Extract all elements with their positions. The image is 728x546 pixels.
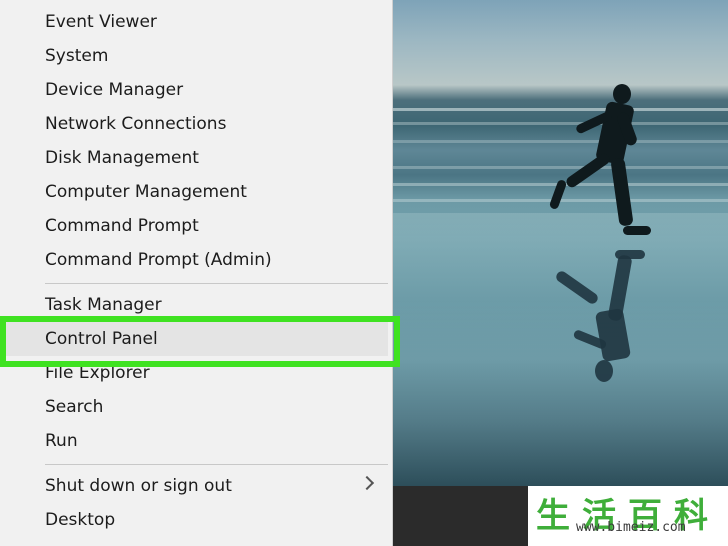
menu-separator <box>45 283 388 284</box>
menu-item-label: Event Viewer <box>45 12 157 32</box>
menu-item-network-connections[interactable]: Network Connections <box>0 107 392 141</box>
menu-item-command-prompt-admin[interactable]: Command Prompt (Admin) <box>0 243 392 277</box>
menu-item-label: System <box>45 46 109 66</box>
menu-item-label: Shut down or sign out <box>45 476 232 496</box>
power-user-menu: Event Viewer System Device Manager Netwo… <box>0 0 393 546</box>
menu-item-label: Network Connections <box>45 114 227 134</box>
menu-item-search[interactable]: Search <box>0 390 392 424</box>
menu-item-label: Command Prompt <box>45 216 199 236</box>
menu-separator <box>45 464 388 465</box>
desktop-wallpaper <box>393 0 728 486</box>
wet-sand <box>393 213 728 486</box>
menu-item-run[interactable]: Run <box>0 424 392 458</box>
menu-item-disk-management[interactable]: Disk Management <box>0 141 392 175</box>
wave-line <box>393 108 728 111</box>
menu-item-label: Run <box>45 431 78 451</box>
menu-item-system[interactable]: System <box>0 39 392 73</box>
menu-item-label: Computer Management <box>45 182 247 202</box>
chevron-right-icon <box>359 475 375 491</box>
menu-item-label: Device Manager <box>45 80 184 100</box>
wave-line <box>393 122 728 125</box>
menu-item-label: Desktop <box>45 510 116 530</box>
watermark-logo: 生活百科 www.bimeiz.com <box>528 486 728 546</box>
highlight-annotation <box>0 316 400 367</box>
watermark-url: www.bimeiz.com <box>576 520 686 535</box>
menu-item-desktop[interactable]: Desktop <box>0 503 392 537</box>
menu-item-command-prompt[interactable]: Command Prompt <box>0 209 392 243</box>
menu-item-label: Disk Management <box>45 148 199 168</box>
menu-item-label: Command Prompt (Admin) <box>45 250 272 270</box>
menu-item-computer-management[interactable]: Computer Management <box>0 175 392 209</box>
menu-item-device-manager[interactable]: Device Manager <box>0 73 392 107</box>
menu-item-shut-down-or-sign-out[interactable]: Shut down or sign out <box>0 469 392 503</box>
menu-item-label: Search <box>45 397 104 417</box>
wave-line <box>393 140 728 143</box>
wave-line <box>393 166 728 169</box>
menu-item-event-viewer[interactable]: Event Viewer <box>0 5 392 39</box>
